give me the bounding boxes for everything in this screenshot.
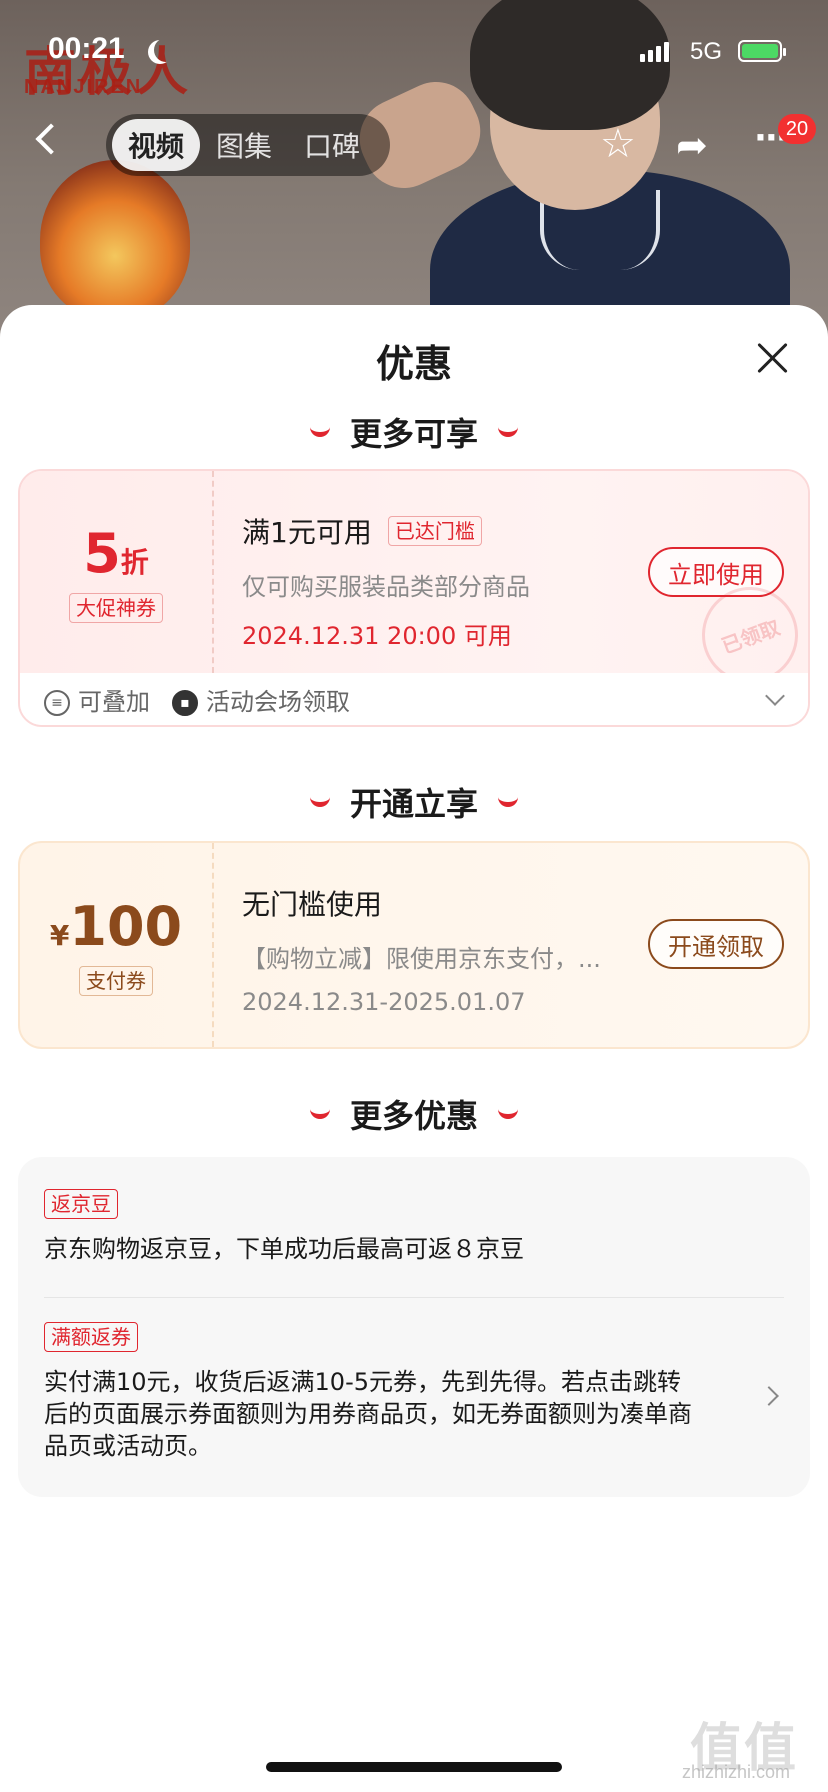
- offer-tag: 满额返券: [44, 1322, 138, 1352]
- star-icon[interactable]: ☆: [600, 124, 636, 164]
- close-icon[interactable]: [756, 341, 790, 375]
- tab-video[interactable]: 视频: [112, 119, 201, 171]
- threshold-reached-tag: 已达门槛: [387, 516, 482, 546]
- sheet-title: 优惠: [375, 342, 452, 386]
- chevron-down-icon[interactable]: [765, 686, 785, 706]
- smile-deco-icon: [498, 797, 518, 807]
- activate-claim-button[interactable]: 开通领取: [648, 919, 784, 969]
- tab-gallery[interactable]: 图集: [200, 119, 288, 171]
- coupon-value-panel: ¥100 支付券: [20, 843, 214, 1047]
- offer-text: 京东购物返京豆，下单成功后最高可返８京豆: [44, 1235, 524, 1263]
- coupon-value: ¥100: [49, 894, 183, 958]
- home-indicator[interactable]: [266, 1762, 562, 1772]
- smile-deco-icon: [498, 427, 518, 437]
- offer-text: 实付满10元，收货后返满10-5元券，先到先得。若点击跳转后的页面展示券面额则为…: [44, 1368, 692, 1460]
- smile-deco-icon: [309, 1109, 330, 1119]
- stack-icon: ≡: [44, 689, 70, 716]
- section-header-open-enjoy: 开通立享: [0, 779, 828, 825]
- smile-deco-icon: [498, 1109, 518, 1119]
- offer-item-cashback-coupon[interactable]: 满额返券 实付满10元，收货后返满10-5元券，先到先得。若点击跳转后的页面展示…: [44, 1322, 784, 1462]
- ticket-icon: ▪: [172, 689, 198, 716]
- moon-icon: [154, 38, 178, 62]
- section-title: 更多可享: [349, 415, 478, 453]
- divider: [44, 1297, 784, 1298]
- section-header-more-enjoy: 更多可享: [0, 409, 828, 455]
- share-icon[interactable]: ➦: [676, 126, 708, 164]
- coupon-date: 2024.12.31-2025.01.07: [242, 988, 526, 1016]
- section-title: 更多优惠: [349, 1097, 478, 1135]
- brand-logo-en: NANJIREN: [24, 76, 143, 98]
- coupon-type-tag: 大促神券: [69, 592, 163, 623]
- offer-tag: 返京豆: [44, 1189, 118, 1219]
- coupon-condition: 无门槛使用: [242, 888, 383, 921]
- coupon-card-discount[interactable]: 5折 大促神券 满1元可用 已达门槛 仅可购买服装品类部分商品 2024.12.…: [18, 469, 810, 727]
- section-header-more-offers: 更多优惠: [0, 1091, 828, 1137]
- model-hair: [470, 0, 670, 130]
- stackable-info: ≡ 可叠加: [44, 682, 150, 717]
- coupon-condition: 满1元可用: [242, 516, 372, 549]
- coupon-type-tag: 支付券: [79, 965, 153, 996]
- media-tabs: 视频 图集 口碑: [106, 114, 390, 176]
- smile-deco-icon: [309, 797, 330, 807]
- source-info: ▪ 活动会场领取: [172, 682, 350, 717]
- tab-reviews[interactable]: 口碑: [288, 119, 376, 171]
- coupon-footer: ≡ 可叠加 ▪ 活动会场领取: [20, 673, 808, 725]
- coupon-condition-row: 满1元可用 已达门槛: [242, 511, 808, 551]
- signal-icon: [640, 42, 669, 62]
- offer-item-jingdou: 返京豆 京东购物返京豆，下单成功后最高可返８京豆: [44, 1189, 784, 1265]
- section-title: 开通立享: [349, 785, 478, 823]
- smile-deco-icon: [309, 427, 330, 437]
- flame-graphic: [40, 160, 190, 320]
- site-watermark-url: zhizhizhi.com: [682, 1762, 791, 1782]
- status-time: 00:21: [48, 32, 125, 65]
- coupon-card-payment[interactable]: ¥100 支付券 无门槛使用 【购物立减】限使用京东支付，... 2024.12…: [18, 841, 810, 1049]
- more-offers-box[interactable]: 返京豆 京东购物返京豆，下单成功后最高可返８京豆 满额返券 实付满10元，收货后…: [18, 1157, 810, 1497]
- message-badge: 20: [778, 114, 816, 144]
- promotions-sheet: 优惠 更多可享 5折 大促神券 满1元可用 已达门槛 仅可购买服装品类部分商品 …: [0, 305, 828, 1792]
- battery-charging-icon: [738, 40, 786, 62]
- coupon-value-panel: 5折 大促神券: [20, 471, 214, 673]
- coupon-value: 5折: [83, 521, 149, 585]
- network-label: 5G: [690, 38, 723, 65]
